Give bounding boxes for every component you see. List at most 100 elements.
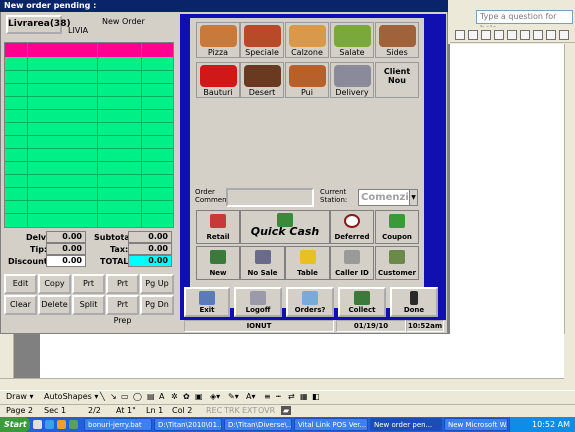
task-titan-2010[interactable]: D:\Titan\2010\01... — [154, 418, 222, 431]
tax-label: Tax: — [110, 245, 129, 254]
numbering-icon[interactable] — [520, 30, 530, 40]
category-pui[interactable]: Pui — [285, 62, 329, 98]
status-ovr[interactable]: OVR — [258, 406, 275, 415]
diagram-tool-icon[interactable]: ✲ — [171, 392, 178, 401]
new-button[interactable]: New — [196, 246, 240, 280]
split-button[interactable]: Split — [72, 295, 105, 315]
done-button[interactable]: Done — [390, 287, 438, 317]
total-value: 0.00 — [128, 255, 172, 267]
quick-cash-button[interactable]: Quick Cash — [240, 210, 330, 244]
print-prep-button[interactable]: Prt Prep — [106, 295, 139, 325]
arrow-style-icon[interactable]: ⇄ — [288, 392, 295, 401]
delete-button[interactable]: Delete — [38, 295, 71, 315]
font-color-icon[interactable]: A▾ — [246, 392, 256, 401]
explorer-icon[interactable] — [57, 420, 66, 429]
help-search-input[interactable]: Type a question for help — [476, 10, 573, 33]
indent-icon[interactable] — [546, 30, 556, 40]
category-desert[interactable]: Desert — [240, 62, 284, 98]
task-new-microsoft-word[interactable]: New Microsoft W... — [444, 418, 508, 431]
caller-id-button[interactable]: Caller ID — [330, 246, 374, 280]
discount-value[interactable]: 0.00 — [46, 255, 86, 267]
page-up-button[interactable]: Pg Up — [140, 274, 174, 294]
page-down-button[interactable]: Pg Dn — [140, 295, 174, 315]
order-comment-field[interactable] — [226, 188, 314, 207]
arrow-tool-icon[interactable]: ↘ — [110, 392, 117, 401]
picture-tool-icon[interactable]: ▣ — [195, 392, 203, 401]
exit-button[interactable]: Exit — [184, 287, 230, 317]
spelling-status-icon[interactable]: ▰ — [281, 406, 292, 415]
clear-button[interactable]: Clear — [4, 295, 37, 315]
retail-button[interactable]: Retail — [196, 210, 240, 244]
ie-icon[interactable] — [45, 420, 54, 429]
rectangle-tool-icon[interactable]: ▭ — [121, 392, 129, 401]
vertical-scrollbar-lower[interactable] — [564, 334, 575, 390]
order-items-grid[interactable] — [4, 42, 174, 228]
task-bonuri-jerry[interactable]: bonuri-jerry.bat — [84, 418, 152, 431]
category-pizza[interactable]: Pizza — [196, 22, 240, 58]
clipart-tool-icon[interactable]: ✿ — [183, 392, 190, 401]
action-label: New — [209, 269, 227, 277]
deferred-button[interactable]: Deferred — [330, 210, 374, 244]
justify-icon[interactable] — [494, 30, 504, 40]
document-page[interactable] — [450, 44, 564, 334]
chevron-down-icon[interactable]: ▼ — [409, 190, 417, 205]
vertical-scrollbar[interactable] — [564, 44, 575, 334]
category-calzone[interactable]: Calzone — [285, 22, 329, 58]
category-speciale[interactable]: Speciale — [240, 22, 284, 58]
action-label: Retail — [206, 233, 230, 241]
draw-menu[interactable]: Draw ▾ — [6, 392, 33, 401]
wordart-tool-icon[interactable]: A — [159, 392, 164, 401]
status-time: 10:52am — [406, 320, 444, 332]
3d-style-icon[interactable]: ◧ — [312, 392, 320, 401]
order-customer-name: LIVIA — [68, 26, 89, 35]
task-new-order-pending[interactable]: New order pen... — [370, 418, 442, 431]
table-button[interactable]: Table — [285, 246, 330, 280]
show-desktop-icon[interactable] — [33, 420, 42, 429]
category-bauturi[interactable]: Bauturi — [196, 62, 240, 98]
task-vital-link-pos[interactable]: Vital Link POS Ver... — [294, 418, 368, 431]
new-order-icon — [210, 250, 226, 264]
status-ext[interactable]: EXT — [242, 406, 257, 415]
category-label: Client Nou — [383, 67, 411, 85]
status-rec[interactable]: REC — [206, 406, 222, 415]
clock[interactable]: 10:52 AM — [532, 420, 570, 429]
no-sale-button[interactable]: No Sale — [240, 246, 285, 280]
status-at: At 1" — [116, 406, 136, 415]
orders-button[interactable]: Orders? — [286, 287, 334, 317]
coupon-button[interactable]: Coupon — [375, 210, 419, 244]
task-titan-diverse[interactable]: D:\Titan\Diverse\... — [224, 418, 292, 431]
copy-button[interactable]: Copy — [38, 274, 71, 294]
category-salate[interactable]: Salate — [330, 22, 374, 58]
oval-tool-icon[interactable]: ◯ — [133, 392, 142, 401]
line-style-icon[interactable]: ≡ — [264, 392, 271, 401]
print-delivery-button[interactable]: Prt Delv — [72, 274, 105, 304]
customer-button[interactable]: Customer — [375, 246, 419, 280]
pos-title-bar[interactable]: New order pending : — [0, 0, 448, 12]
outdent-icon[interactable] — [559, 30, 569, 40]
category-delivery[interactable]: Delivery — [330, 62, 374, 98]
livrarea-button[interactable]: Livrarea(38) — [6, 15, 71, 34]
logoff-button[interactable]: Logoff — [234, 287, 282, 317]
textbox-tool-icon[interactable]: ▤ — [147, 392, 155, 401]
shadow-style-icon[interactable]: ▦ — [300, 392, 308, 401]
print-customer-button[interactable]: Prt Cust — [106, 274, 139, 304]
fill-color-icon[interactable]: ◈▾ — [210, 392, 220, 401]
category-sides[interactable]: Sides — [375, 22, 419, 58]
line-tool-icon[interactable]: ╲ — [100, 392, 105, 401]
category-client-nou[interactable]: Client Nou — [375, 62, 419, 98]
bullets-icon[interactable] — [533, 30, 543, 40]
horizontal-scrollbar[interactable] — [0, 378, 564, 390]
grid-row-divider — [5, 83, 173, 84]
media-icon[interactable] — [69, 420, 78, 429]
align-center-icon[interactable] — [468, 30, 478, 40]
status-trk[interactable]: TRK — [224, 406, 240, 415]
start-button[interactable]: Start — [0, 417, 30, 432]
align-right-icon[interactable] — [481, 30, 491, 40]
autoshapes-menu[interactable]: AutoShapes ▾ — [44, 392, 98, 401]
line-color-icon[interactable]: ✎▾ — [228, 392, 239, 401]
dash-style-icon[interactable]: ┅ — [276, 392, 281, 401]
collect-button[interactable]: Collect — [338, 287, 386, 317]
line-spacing-icon[interactable] — [507, 30, 517, 40]
align-left-icon[interactable] — [455, 30, 465, 40]
edit-button[interactable]: Edit — [4, 274, 37, 294]
